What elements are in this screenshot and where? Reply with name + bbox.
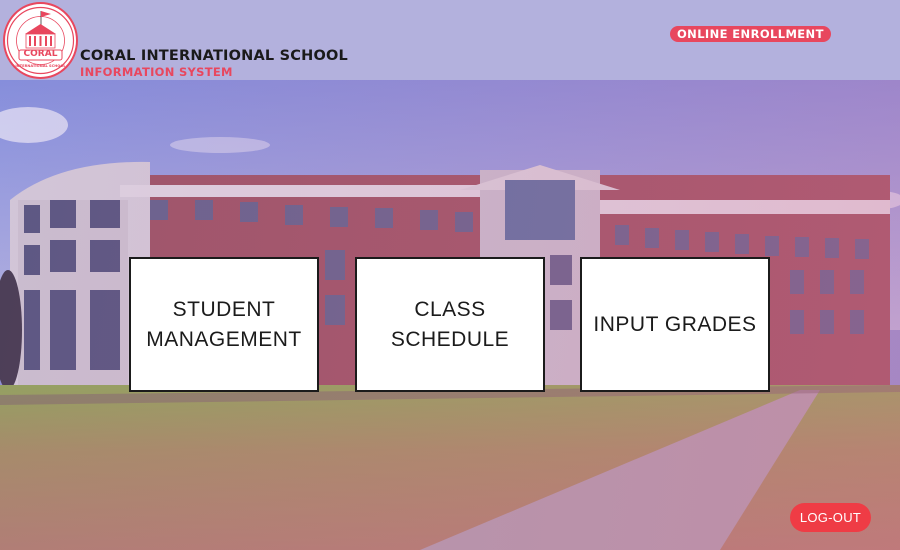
card-label-line2: MANAGEMENT [146,327,302,351]
card-label-line1: INPUT GRADES [593,312,757,336]
header-bar: CORAL INTERNATIONAL SCHOOL CORAL INTERNA… [0,0,900,80]
student-management-card[interactable]: STUDENT MANAGEMENT [129,257,319,392]
input-grades-label: INPUT GRADES [585,310,764,340]
logo-text: CORAL [23,49,58,59]
class-schedule-card[interactable]: CLASS SCHEDULE [355,257,545,392]
card-label-line2: SCHEDULE [390,327,510,351]
system-name: INFORMATION SYSTEM [80,65,233,79]
logout-button[interactable]: LOG-OUT [790,503,871,532]
student-management-label: STUDENT MANAGEMENT [138,295,310,355]
card-label-line1: STUDENT [172,297,276,321]
class-schedule-label: CLASS SCHEDULE [383,295,517,355]
online-enrollment-link[interactable]: ONLINE ENROLLMENT [670,26,831,42]
logo-ring-text: INTERNATIONAL SCHOOL [15,64,66,68]
input-grades-card[interactable]: INPUT GRADES [580,257,770,392]
school-name: CORAL INTERNATIONAL SCHOOL [80,48,348,64]
school-logo: CORAL INTERNATIONAL SCHOOL [3,2,78,79]
card-label-line1: CLASS [414,297,486,321]
